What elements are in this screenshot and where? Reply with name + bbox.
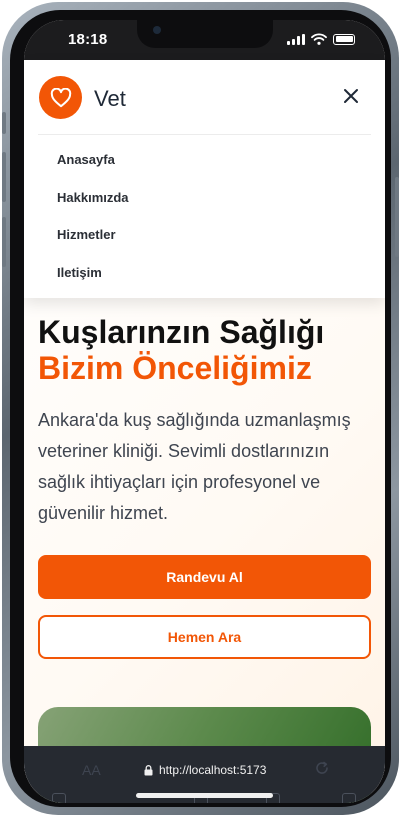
browser-address-bar: AA http://localhost:5173	[24, 746, 385, 803]
logo[interactable]	[39, 76, 82, 119]
notch	[137, 20, 273, 48]
brand-name[interactable]: Vet	[94, 86, 126, 112]
tabs-icon[interactable]	[342, 793, 356, 803]
status-time: 18:18	[68, 31, 108, 48]
hero-description: Ankara'da kuş sağlığında uzmanlaşmış vet…	[38, 405, 378, 529]
hero-description-line: Ankara'da kuş sağlığında uzmanlaşmış	[38, 410, 351, 430]
url-field[interactable]: http://localhost:5173	[144, 763, 266, 777]
hero-description-line: veteriner kliniği. Sevimli dostlarınızın	[38, 441, 330, 461]
phone-frame: 18:18 Vet Anasayfa Hakkımızda Hizmetler …	[2, 2, 399, 815]
mobile-menu-header: Vet Anasayfa Hakkımızda Hizmetler Iletiş…	[24, 60, 385, 298]
hero-description-line: güvenilir hizmet.	[38, 503, 169, 523]
mute-switch	[2, 112, 6, 134]
call-now-button[interactable]: Hemen Ara	[38, 615, 371, 659]
close-icon[interactable]	[342, 87, 360, 105]
appointment-button[interactable]: Randevu Al	[38, 555, 371, 599]
lock-icon	[144, 764, 153, 775]
status-icons	[287, 33, 355, 45]
hero-title-line1: Kuşlarınzın Sağlığı	[38, 314, 325, 350]
web-page: Vet Anasayfa Hakkımızda Hizmetler Iletiş…	[24, 60, 385, 803]
home-indicator	[136, 793, 273, 798]
nav-link-iletisim[interactable]: Iletişim	[57, 265, 102, 280]
hero-title-line2: Bizim Önceliğimiz	[38, 350, 312, 386]
camera	[153, 26, 161, 34]
back-icon[interactable]	[52, 793, 66, 803]
volume-up-button	[2, 152, 6, 202]
power-button	[395, 177, 399, 257]
battery-icon	[333, 33, 355, 45]
screen: 18:18 Vet Anasayfa Hakkımızda Hizmetler …	[24, 20, 385, 803]
heart-icon	[50, 87, 71, 107]
nav-link-hakkimizda[interactable]: Hakkımızda	[57, 190, 129, 205]
signal-icon	[287, 33, 305, 45]
nav-link-anasayfa[interactable]: Anasayfa	[57, 152, 115, 167]
url-text: http://localhost:5173	[159, 763, 267, 777]
wifi-icon	[311, 33, 327, 45]
text-size-button[interactable]: AA	[82, 762, 101, 778]
divider	[38, 134, 371, 135]
volume-down-button	[2, 217, 6, 267]
nav-link-hizmetler[interactable]: Hizmetler	[57, 227, 116, 242]
status-bar: 18:18	[24, 20, 385, 60]
reload-icon[interactable]	[314, 760, 330, 776]
hero-description-line: sağlık ihtiyaçları için profesyonel ve	[38, 472, 321, 492]
